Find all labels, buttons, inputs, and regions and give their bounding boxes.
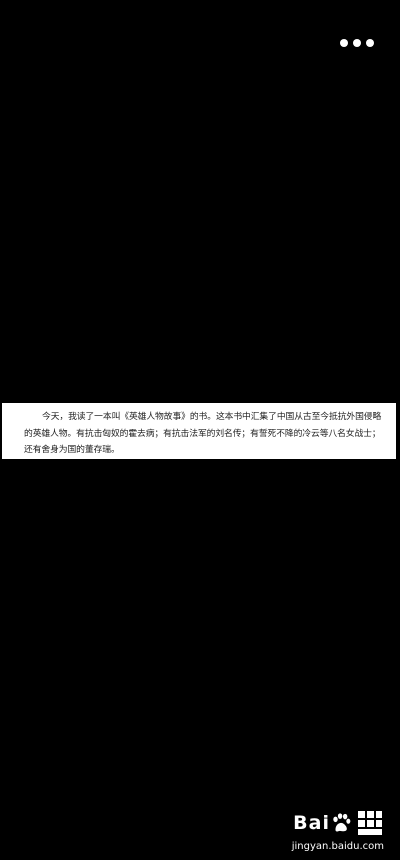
more-dots-icon: [366, 39, 374, 47]
image-text-paragraph: 今天，我读了一本叫《英雄人物故事》的书。这本书中汇集了中国从古至今抵抗外国侵略的…: [24, 412, 382, 455]
watermark-logo-row: Bai: [262, 808, 384, 838]
displayed-image[interactable]: 今天，我读了一本叫《英雄人物故事》的书。这本书中汇集了中国从古至今抵抗外国侵略的…: [2, 403, 396, 459]
jingyan-grid-icon: [358, 811, 382, 835]
more-options-button[interactable]: [340, 33, 374, 53]
baidu-jingyan-watermark: Bai jingyan.baidu.com: [262, 808, 384, 852]
more-dots-icon: [353, 39, 361, 47]
watermark-brand: Bai: [293, 812, 330, 834]
image-viewer-screen: 今天，我读了一本叫《英雄人物故事》的书。这本书中汇集了中国从古至今抵抗外国侵略的…: [0, 0, 400, 860]
more-dots-icon: [340, 39, 348, 47]
watermark-url: jingyan.baidu.com: [291, 841, 384, 852]
baidu-paw-icon: [333, 813, 351, 832]
